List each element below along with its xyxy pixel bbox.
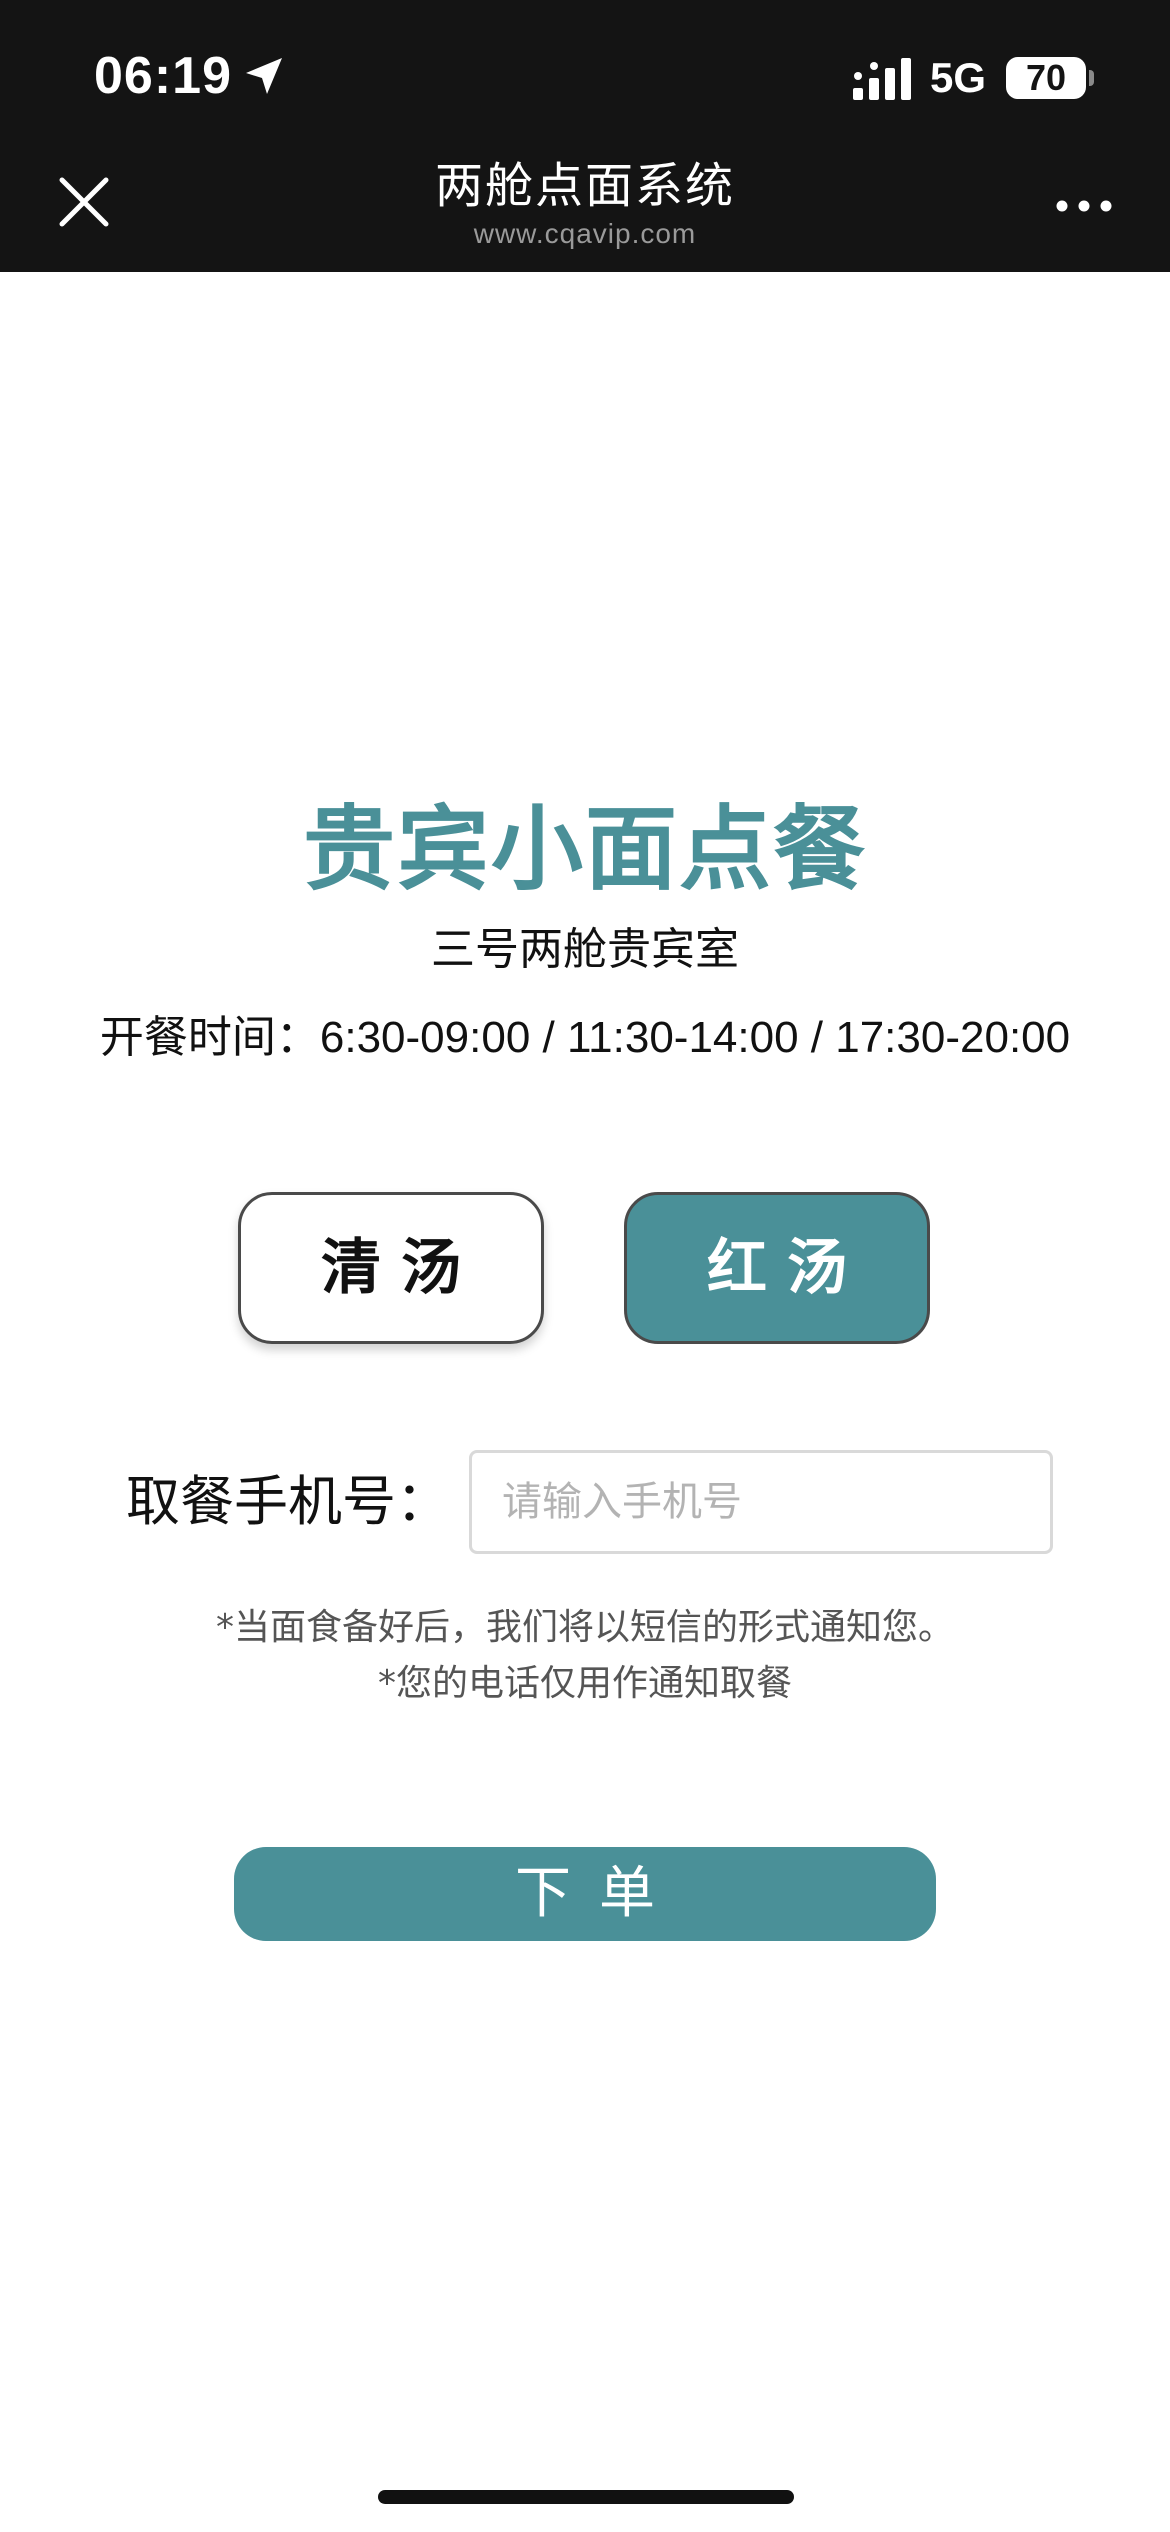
- location-arrow-icon: [246, 58, 282, 94]
- opening-hours-label: 开餐时间：: [99, 1012, 320, 1063]
- order-page: 06:19 5G 70 两舱点面系统 www.cqavip.com 贵宾小面点餐…: [0, 0, 1170, 2532]
- more-icon[interactable]: [1052, 190, 1116, 222]
- nav-title: 两舱点面系统: [434, 158, 735, 214]
- status-time: 06:19: [94, 47, 232, 105]
- submit-order-button[interactable]: 下单: [234, 1847, 936, 1941]
- battery-icon: 70: [1006, 57, 1086, 99]
- opening-hours: 开餐时间：6:30-09:00 / 11:30-14:00 / 17:30-20…: [0, 1006, 1170, 1070]
- red-soup-option[interactable]: 红汤: [624, 1192, 930, 1344]
- cellular-signal-icon: [853, 58, 911, 100]
- clear-soup-option[interactable]: 清汤: [238, 1192, 544, 1344]
- opening-hours-value: 6:30-09:00 / 11:30-14:00 / 17:30-20:00: [319, 1013, 1071, 1062]
- lounge-name: 三号两舱贵宾室: [431, 924, 739, 975]
- notification-note: *当面食备好后，我们将以短信的形式通知您。: [215, 1607, 954, 1648]
- home-indicator: [378, 2490, 794, 2504]
- network-type: 5G: [930, 54, 987, 101]
- top-bar: 06:19 5G 70 两舱点面系统 www.cqavip.com: [0, 0, 1170, 272]
- page-headline: 贵宾小面点餐: [302, 796, 867, 903]
- battery-tip: [1089, 70, 1094, 86]
- nav-url: www.cqavip.com: [473, 218, 697, 249]
- phone-label: 取餐手机号：: [126, 1470, 450, 1533]
- phone-input[interactable]: [469, 1450, 1053, 1554]
- privacy-note: *您的电话仅用作通知取餐: [377, 1663, 792, 1704]
